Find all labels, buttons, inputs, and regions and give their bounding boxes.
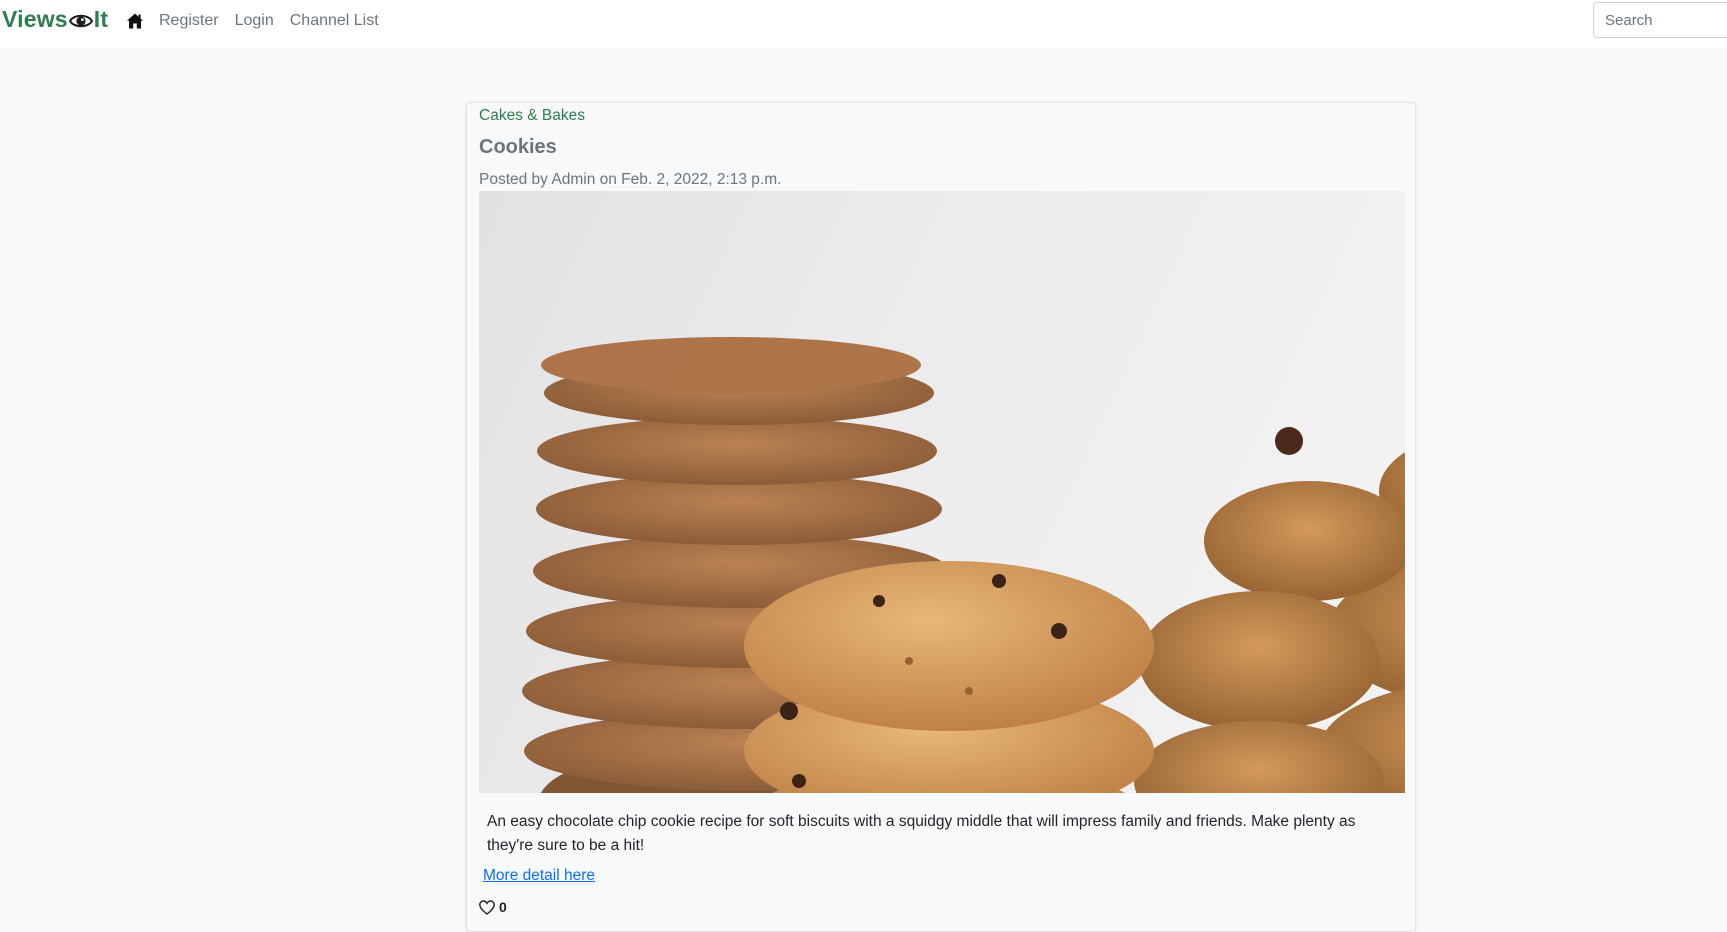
eye-icon: [68, 14, 93, 27]
home-icon[interactable]: [126, 12, 144, 30]
brand-text-end: It: [93, 6, 109, 32]
cookies-illustration: [479, 191, 1405, 793]
like-row: 0: [479, 899, 507, 915]
top-navbar: Views It Register Login Channel List: [0, 0, 1727, 49]
nav-channel-list-link[interactable]: Channel List: [290, 12, 379, 30]
post-title: Cookies: [479, 136, 557, 158]
brand-logo[interactable]: Views It: [2, 6, 108, 33]
post-card: Cakes & Bakes Cookies Posted by Admin on…: [466, 102, 1416, 932]
post-description: An easy chocolate chip cookie recipe for…: [487, 813, 1356, 854]
like-count: 0: [499, 899, 507, 915]
brand-text-start: Views: [2, 6, 68, 32]
channel-link[interactable]: Cakes & Bakes: [479, 107, 585, 125]
more-detail-link[interactable]: More detail here: [483, 867, 595, 885]
heart-icon[interactable]: [479, 899, 495, 915]
post-meta: Posted by Admin on Feb. 2, 2022, 2:13 p.…: [479, 171, 782, 188]
search-input[interactable]: [1593, 2, 1727, 38]
nav-login-link[interactable]: Login: [235, 12, 274, 30]
nav-register-link[interactable]: Register: [159, 12, 219, 30]
nav-links: Register Login Channel List: [126, 10, 395, 32]
post-image: [479, 191, 1405, 793]
